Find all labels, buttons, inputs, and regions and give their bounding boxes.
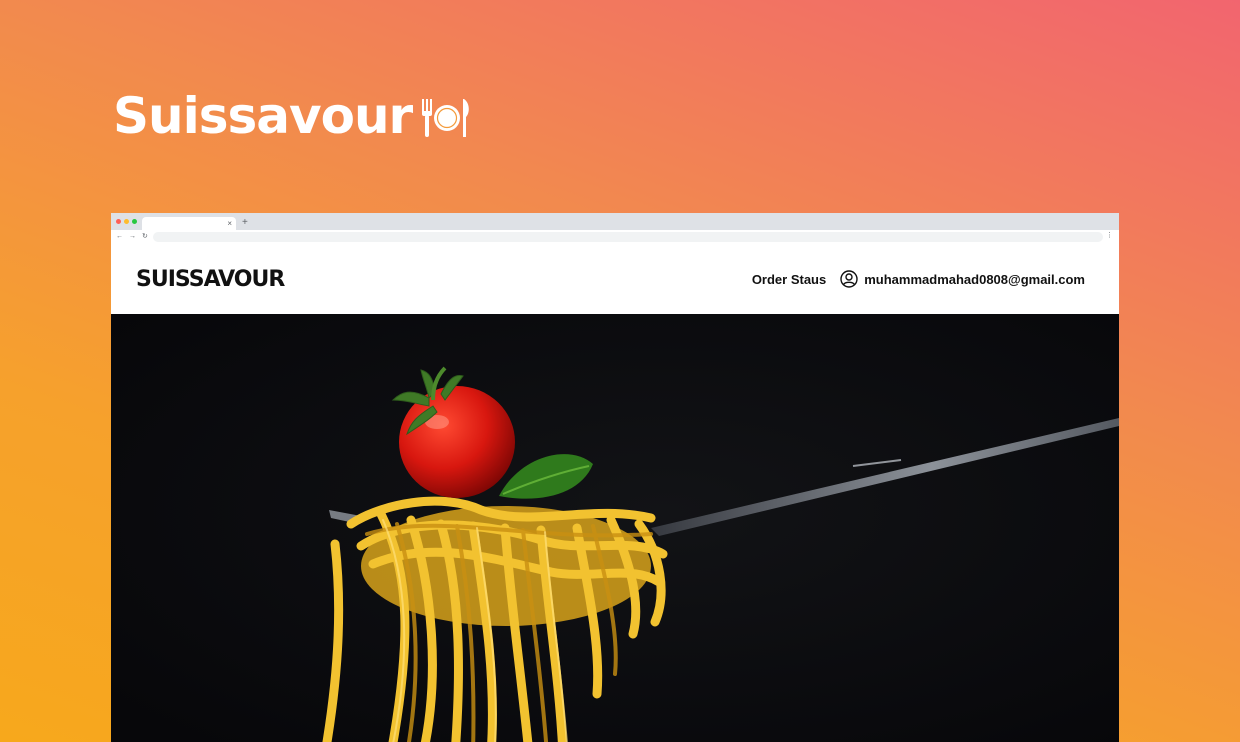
brand-name: Suissavour	[113, 87, 413, 145]
new-tab-icon[interactable]: +	[242, 217, 248, 229]
showcase-brand: Suissavour	[113, 84, 474, 148]
minimize-window-dot[interactable]	[124, 219, 129, 224]
order-status-link[interactable]: Order Staus	[752, 272, 826, 287]
reload-icon[interactable]: ↻	[142, 232, 148, 242]
site-header: SUISSAVOUR Order Staus muhammadmahad0808…	[111, 244, 1119, 314]
tab-close-icon[interactable]: ×	[227, 218, 232, 229]
hero-image	[111, 314, 1119, 742]
account-menu[interactable]: muhammadmahad0808@gmail.com	[840, 270, 1085, 288]
site-logo[interactable]: SUISSAVOUR	[136, 267, 285, 292]
browser-tab[interactable]: ×	[142, 217, 236, 230]
maximize-window-dot[interactable]	[132, 219, 137, 224]
plate-cutlery-icon	[422, 99, 470, 137]
forward-arrow-icon[interactable]: →	[129, 232, 136, 242]
browser-menu-icon[interactable]: ⋮	[1106, 231, 1113, 239]
close-window-dot[interactable]	[116, 219, 121, 224]
browser-tabstrip: × +	[111, 213, 1119, 230]
spaghetti-fork-illustration	[111, 314, 1119, 742]
header-nav: Order Staus muhammadmahad0808@gmail.com	[752, 270, 1085, 288]
browser-toolbar: ← → ↻ ⋮	[111, 230, 1119, 244]
browser-window: × + ← → ↻ ⋮ SUISSAVOUR Order Staus muham…	[111, 213, 1119, 742]
address-bar[interactable]	[153, 232, 1103, 242]
user-email: muhammadmahad0808@gmail.com	[864, 271, 1085, 287]
user-circle-icon	[840, 270, 858, 288]
back-arrow-icon[interactable]: ←	[116, 232, 123, 242]
window-controls	[116, 219, 137, 224]
